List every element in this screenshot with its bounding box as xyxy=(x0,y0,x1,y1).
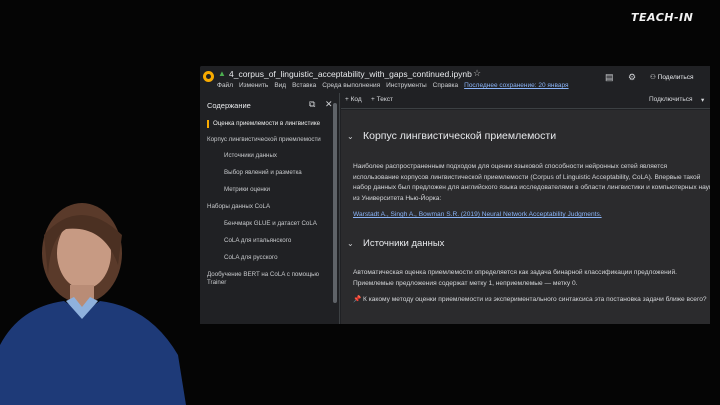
people-icon: ⚇ xyxy=(650,74,658,81)
subsection-heading: Источники данных xyxy=(363,238,445,249)
settings-icon[interactable]: ⚙ xyxy=(628,72,636,83)
chevron-down-icon[interactable]: ▾ xyxy=(701,96,704,104)
collapse-chevron-icon[interactable]: ⌄ xyxy=(347,239,354,248)
add-code-button[interactable]: + Код xyxy=(345,96,362,103)
star-icon[interactable]: ☆ xyxy=(473,68,481,79)
reference-link[interactable]: Warstadt A., Singh A., Bowman S.R. (2019… xyxy=(353,211,602,218)
question-text: К какому методу оценки приемлемости из э… xyxy=(363,296,707,303)
question-paragraph: 📌 К какому методу оценки приемлемости из… xyxy=(353,294,710,306)
drive-icon: ▲ xyxy=(218,69,226,78)
menu-view[interactable]: Вид xyxy=(274,82,286,89)
last-saved-link[interactable]: Последнее сохранение: 20 января xyxy=(464,82,568,89)
colab-window: ▲ 4_corpus_of_linguistic_acceptability_w… xyxy=(200,66,710,324)
comment-icon[interactable]: ▤ xyxy=(605,72,614,83)
sidebar-scrollbar[interactable] xyxy=(333,103,337,303)
toc-item[interactable]: Источники данных xyxy=(207,152,332,160)
toc-item[interactable]: Оценка приемлемости в лингвистике xyxy=(207,120,332,128)
menu-insert[interactable]: Вставка xyxy=(292,82,316,89)
paragraph: Автоматическая оценка приемлемости опред… xyxy=(353,269,677,287)
section-heading: Корпус лингвистической приемлемости xyxy=(363,130,557,142)
presenter-video xyxy=(0,203,186,405)
new-tab-icon[interactable]: ⧉ xyxy=(309,99,315,110)
colab-logo-icon xyxy=(203,71,214,82)
cell-toolbar: + Код + Текст Подключиться ▾ xyxy=(341,93,710,109)
toc-item[interactable]: Бенчмарк GLUE и датасет CoLA xyxy=(207,220,332,228)
menu-runtime[interactable]: Среда выполнения xyxy=(322,82,380,89)
pushpin-icon: 📌 xyxy=(353,296,364,303)
toc-item[interactable]: Метрики оценки xyxy=(207,186,332,194)
toc-title: Содержание xyxy=(207,101,251,110)
toc-item[interactable]: CoLA для русского xyxy=(207,254,332,262)
toc-item[interactable]: Выбор явлений и разметка xyxy=(207,169,332,177)
menu-file[interactable]: Файл xyxy=(217,82,233,89)
toc-sidebar: Содержание ⧉ ✕ Оценка приемлемости в лин… xyxy=(200,93,340,324)
notebook-content: ⌄ Корпус лингвистической приемлемости На… xyxy=(341,110,710,324)
close-icon[interactable]: ✕ xyxy=(325,99,333,110)
toc-item[interactable]: CoLA для итальянского xyxy=(207,237,332,245)
share-button[interactable]: ⚇ Поделиться xyxy=(650,73,694,81)
notebook-title[interactable]: 4_corpus_of_linguistic_acceptability_wit… xyxy=(229,69,472,79)
connect-button[interactable]: Подключиться xyxy=(649,96,693,103)
collapse-chevron-icon[interactable]: ⌄ xyxy=(347,132,354,141)
menu-bar: Файл Изменить Вид Вставка Среда выполнен… xyxy=(217,82,569,89)
menu-tools[interactable]: Инструменты xyxy=(386,82,427,89)
menu-help[interactable]: Справка xyxy=(433,82,459,89)
menu-edit[interactable]: Изменить xyxy=(239,82,268,89)
paragraph: Наиболее распространенным подходом для о… xyxy=(353,163,710,202)
teach-in-logo: TEACH-IN xyxy=(631,11,694,24)
toc-list: Оценка приемлемости в лингвистике Корпус… xyxy=(207,120,332,287)
share-label: Поделиться xyxy=(657,74,694,81)
toc-item[interactable]: Наборы данных CoLA xyxy=(207,203,332,211)
toc-item[interactable]: Корпус лингвистической приемлемости xyxy=(207,136,332,144)
add-text-button[interactable]: + Текст xyxy=(371,96,393,103)
colab-header: ▲ 4_corpus_of_linguistic_acceptability_w… xyxy=(200,66,710,92)
toc-item[interactable]: Дообучение BERT на CoLA с помощью Traine… xyxy=(207,271,332,287)
